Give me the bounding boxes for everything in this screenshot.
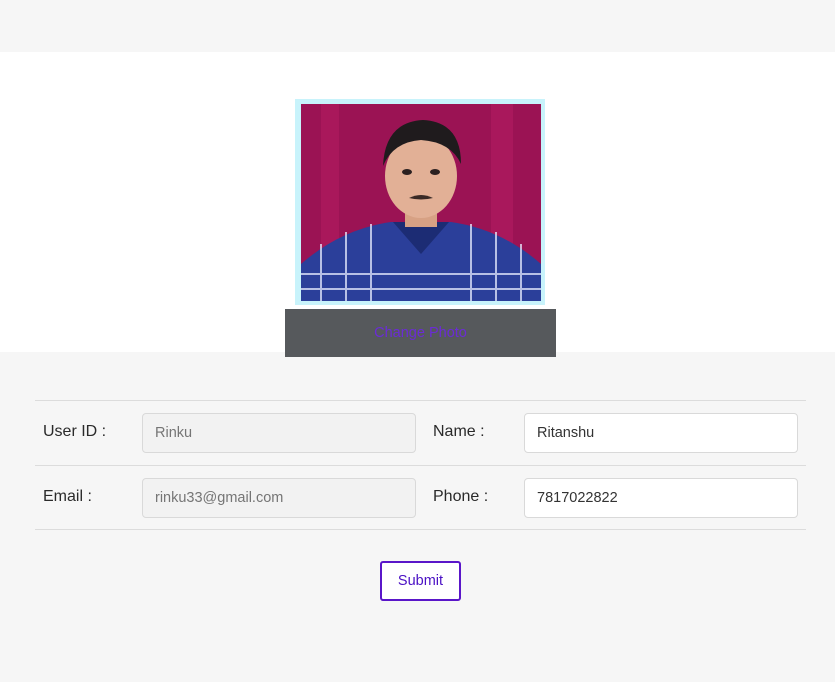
submit-button[interactable]: Submit — [380, 561, 461, 601]
change-photo-button[interactable]: Change Photo — [285, 309, 556, 357]
user-id-label: User ID : — [43, 423, 107, 440]
email-field[interactable] — [142, 478, 416, 518]
form-row-user-name: User ID : Name : — [35, 400, 806, 465]
profile-form: User ID : Name : Email : Phone : — [35, 400, 806, 530]
profile-photo-frame — [295, 99, 545, 305]
phone-label: Phone : — [433, 488, 489, 505]
top-strip — [0, 0, 835, 52]
user-id-field[interactable] — [142, 413, 416, 453]
email-label: Email : — [43, 488, 92, 505]
profile-photo — [301, 104, 541, 301]
name-field[interactable] — [524, 413, 798, 453]
form-row-email-phone: Email : Phone : — [35, 465, 806, 530]
phone-field[interactable] — [524, 478, 798, 518]
avatar — [301, 104, 541, 301]
name-label: Name : — [433, 423, 485, 440]
